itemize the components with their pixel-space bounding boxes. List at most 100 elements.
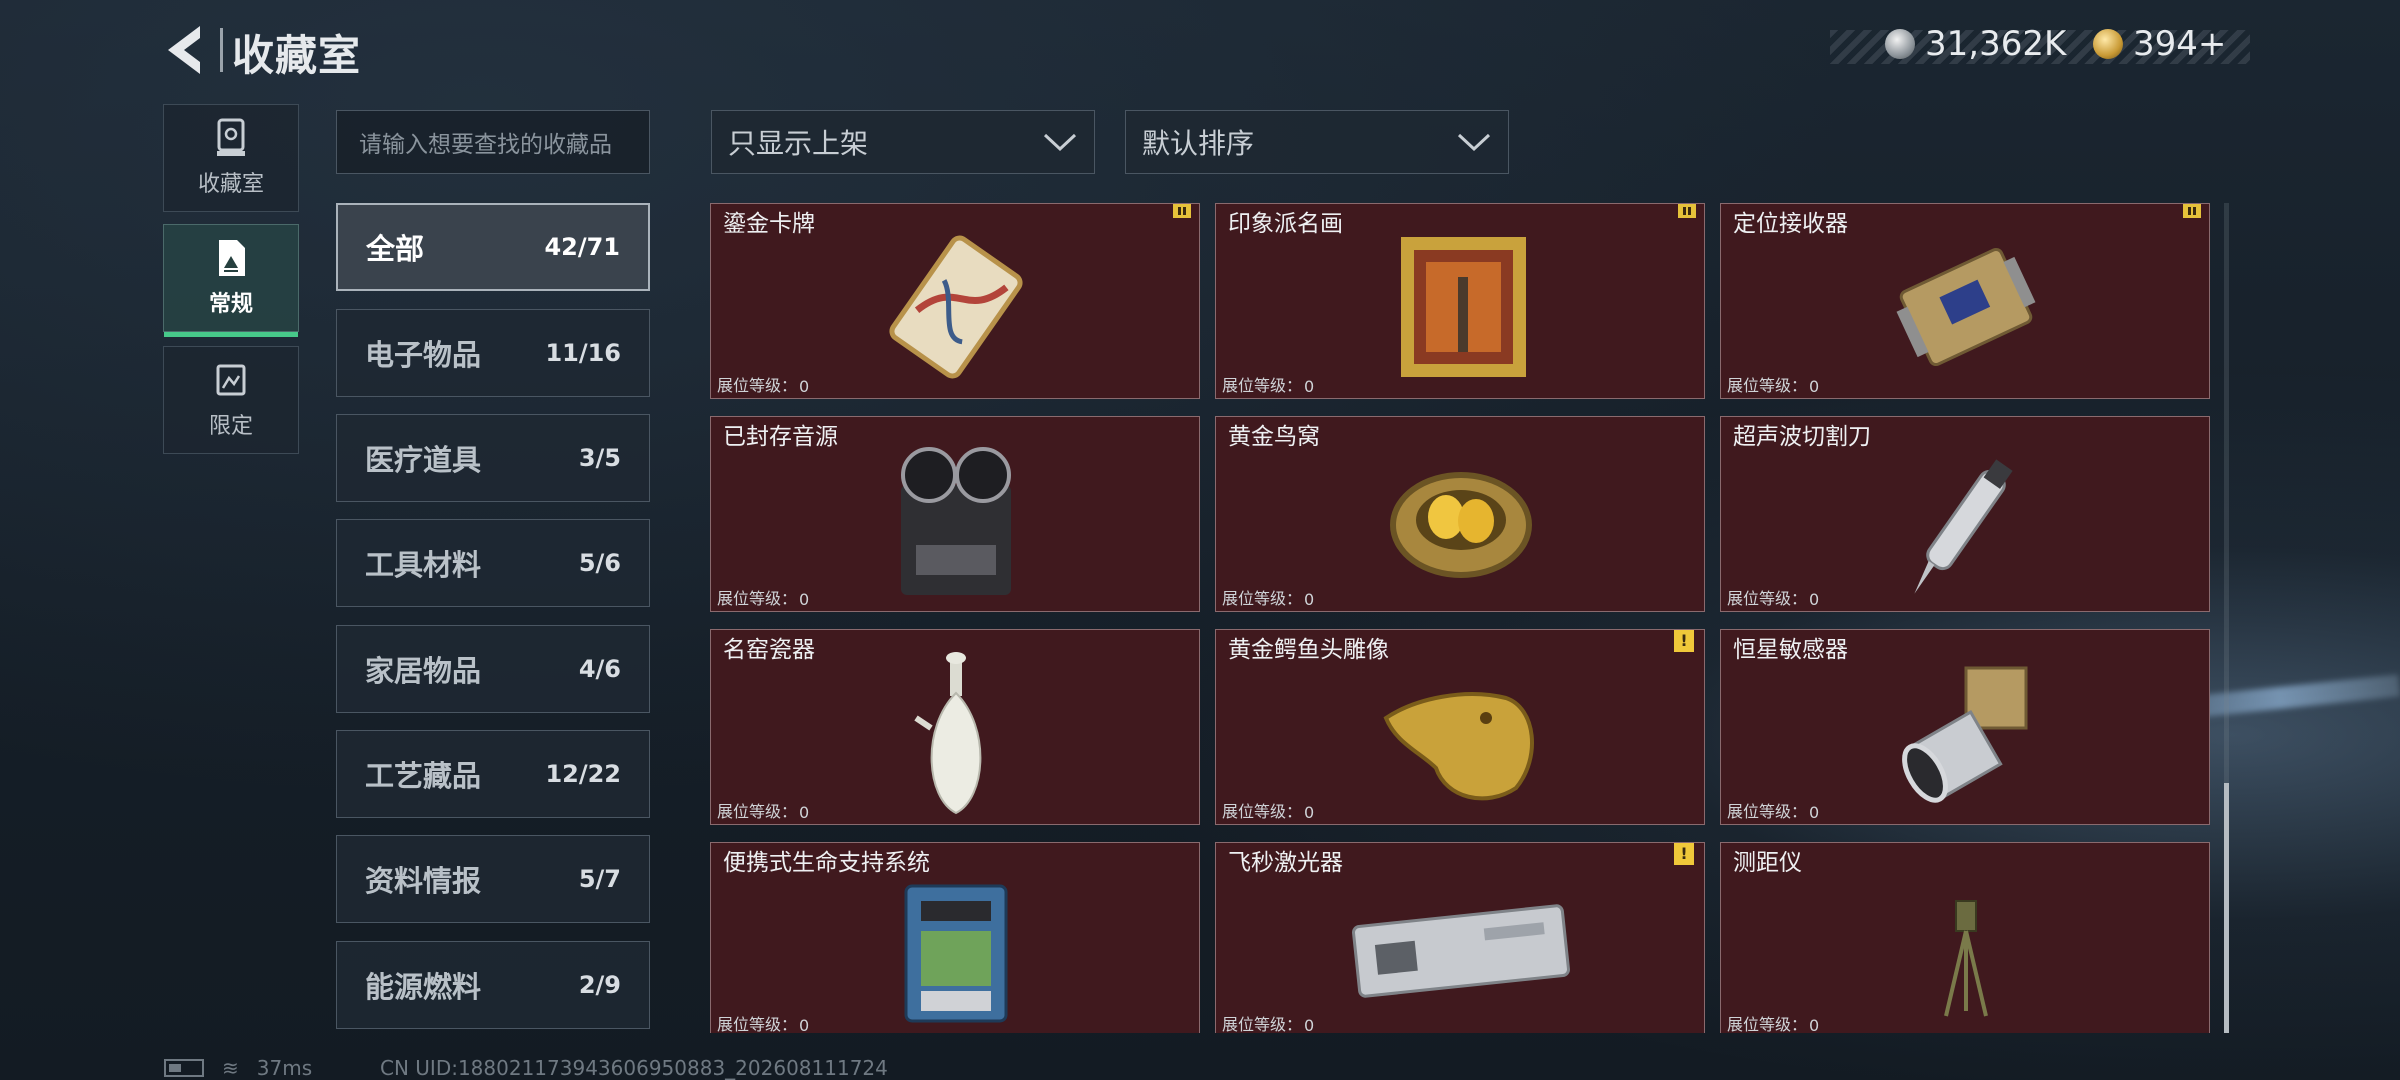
silver-currency: 31,362K: [1885, 24, 2066, 64]
rail-limited[interactable]: 限定: [163, 346, 299, 454]
item-name: 已封存音源: [723, 424, 838, 450]
level-value: 0: [1809, 1016, 1820, 1033]
category-count: 2/9: [578, 971, 621, 999]
category-count: 5/6: [578, 549, 621, 577]
category-count: 42/71: [544, 233, 620, 261]
user-uid: CN UID:188021173943606950883_20260811172…: [380, 1056, 888, 1080]
level-value: 0: [799, 590, 810, 609]
item-name: 测距仪: [1733, 850, 1802, 876]
star-sensor-icon: [1902, 666, 2028, 803]
golden-crocodile-head-icon: [1383, 692, 1534, 801]
category-all[interactable]: 全部 42/71: [336, 203, 650, 291]
item-card[interactable]: 名窑瓷器 展位等级： 0: [710, 629, 1200, 825]
item-card[interactable]: 印象派名画 展位等级： 0: [1215, 203, 1705, 399]
item-card[interactable]: 飞秒激光器 ! 展位等级： 0: [1215, 842, 1705, 1033]
framed-painting-icon: [1401, 237, 1526, 377]
level-value: 0: [1304, 377, 1315, 396]
shelved-badge-icon: [1173, 204, 1191, 218]
sort-dropdown[interactable]: 默认排序: [1125, 110, 1509, 174]
category-energy[interactable]: 能源燃料 2/9: [336, 941, 650, 1029]
level-value: 0: [799, 1016, 810, 1033]
item-card[interactable]: 定位接收器 展位等级： 0: [1720, 203, 2210, 399]
item-card[interactable]: 超声波切割刀 展位等级： 0: [1720, 416, 2210, 612]
level-value: 0: [1809, 590, 1820, 609]
chevron-down-icon: [1043, 133, 1077, 152]
item-name: 印象派名画: [1228, 211, 1343, 237]
level-label: 展位等级：: [1222, 802, 1303, 821]
category-name: 家居物品: [365, 654, 482, 688]
category-name: 医疗道具: [365, 443, 482, 477]
rail-label: 收藏室: [197, 172, 264, 197]
wifi-icon: ≋: [222, 1056, 239, 1080]
femtosecond-laser-icon: [1352, 904, 1570, 998]
category-medical[interactable]: 医疗道具 3/5: [336, 414, 650, 502]
category-household[interactable]: 家居物品 4/6: [336, 625, 650, 713]
item-name: 恒星敏感器: [1733, 637, 1848, 663]
level-value: 0: [1809, 377, 1820, 396]
item-card[interactable]: 黄金鳄鱼头雕像 ! 展位等级： 0: [1215, 629, 1705, 825]
item-card[interactable]: 鎏金卡牌 展位等级： 0: [710, 203, 1200, 399]
category-name: 资料情报: [365, 864, 482, 898]
category-name: 电子物品: [365, 338, 482, 372]
collection-grid: 鎏金卡牌 展位等级： 0 印象派名画 展位等级： 0 定位接收器 展位等级： 0…: [710, 203, 2210, 1033]
back-button[interactable]: [160, 22, 210, 78]
framed-picture-icon: [219, 240, 245, 276]
level-value: 0: [1304, 803, 1315, 822]
scrollbar-thumb[interactable]: [2224, 783, 2229, 1033]
level-label: 展位等级：: [717, 802, 798, 821]
search-input[interactable]: 请输入想要查找的收藏品: [336, 110, 650, 174]
shelved-badge-icon: [1678, 204, 1696, 218]
alert-icon: !: [1674, 843, 1694, 865]
level-label: 展位等级：: [1222, 376, 1303, 395]
gold-currency[interactable]: 394+: [2093, 24, 2226, 64]
item-name: 名窑瓷器: [723, 637, 815, 663]
category-crafts[interactable]: 工艺藏品 12/22: [336, 730, 650, 818]
level-label: 展位等级：: [1727, 802, 1808, 821]
category-name: 全部: [366, 232, 425, 266]
item-name: 定位接收器: [1733, 211, 1848, 237]
item-card[interactable]: 黄金鸟窝 展位等级： 0: [1215, 416, 1705, 612]
silver-coin-icon: [1885, 29, 1915, 59]
level-label: 展位等级：: [1727, 376, 1808, 395]
item-card[interactable]: 测距仪 展位等级： 0: [1720, 842, 2210, 1033]
limited-picture-icon: [216, 364, 246, 396]
rail-regular[interactable]: 常规: [163, 224, 299, 337]
category-count: 4/6: [578, 655, 621, 683]
alert-icon: !: [1674, 630, 1694, 652]
shelf-filter-dropdown[interactable]: 只显示上架: [711, 110, 1095, 174]
sort-value: 默认排序: [1142, 127, 1255, 160]
category-name: 工艺藏品: [365, 759, 482, 793]
ping-value: 37ms: [256, 1056, 313, 1080]
level-value: 0: [799, 377, 810, 396]
item-name: 超声波切割刀: [1733, 424, 1871, 450]
level-value: 0: [1304, 590, 1315, 609]
rail-label: 常规: [208, 292, 253, 317]
level-label: 展位等级：: [1222, 1015, 1303, 1033]
level-value: 0: [1809, 803, 1820, 822]
category-count: 12/22: [545, 760, 621, 788]
level-label: 展位等级：: [1727, 589, 1808, 608]
level-value: 0: [799, 803, 810, 822]
item-card[interactable]: 便携式生命支持系统 展位等级： 0: [710, 842, 1200, 1033]
category-name: 能源燃料: [365, 970, 482, 1004]
category-electronics[interactable]: 电子物品 11/16: [336, 309, 650, 397]
chevron-down-icon: [1457, 133, 1491, 152]
rail-collection-room[interactable]: 收藏室: [163, 104, 299, 212]
golden-nest-icon: [1390, 472, 1532, 578]
category-intel[interactable]: 资料情报 5/7: [336, 835, 650, 923]
ultrasonic-cutter-icon: [1914, 459, 2013, 594]
battery-icon: [164, 1059, 204, 1077]
porcelain-vase-icon: [914, 652, 982, 815]
category-tools[interactable]: 工具材料 5/6: [336, 519, 650, 607]
category-name: 工具材料: [365, 548, 482, 582]
back-arrow-icon: [168, 26, 200, 74]
grid-scrollbar[interactable]: [2224, 203, 2229, 1033]
level-label: 展位等级：: [1222, 589, 1303, 608]
level-label: 展位等级：: [717, 376, 798, 395]
item-name: 黄金鸟窝: [1228, 424, 1320, 450]
page-title: 收藏室: [232, 31, 362, 80]
title-separator: [220, 28, 223, 72]
item-card[interactable]: 已封存音源 展位等级： 0: [710, 416, 1200, 612]
gilded-card-icon: [889, 235, 1023, 379]
item-card[interactable]: 恒星敏感器 展位等级： 0: [1720, 629, 2210, 825]
